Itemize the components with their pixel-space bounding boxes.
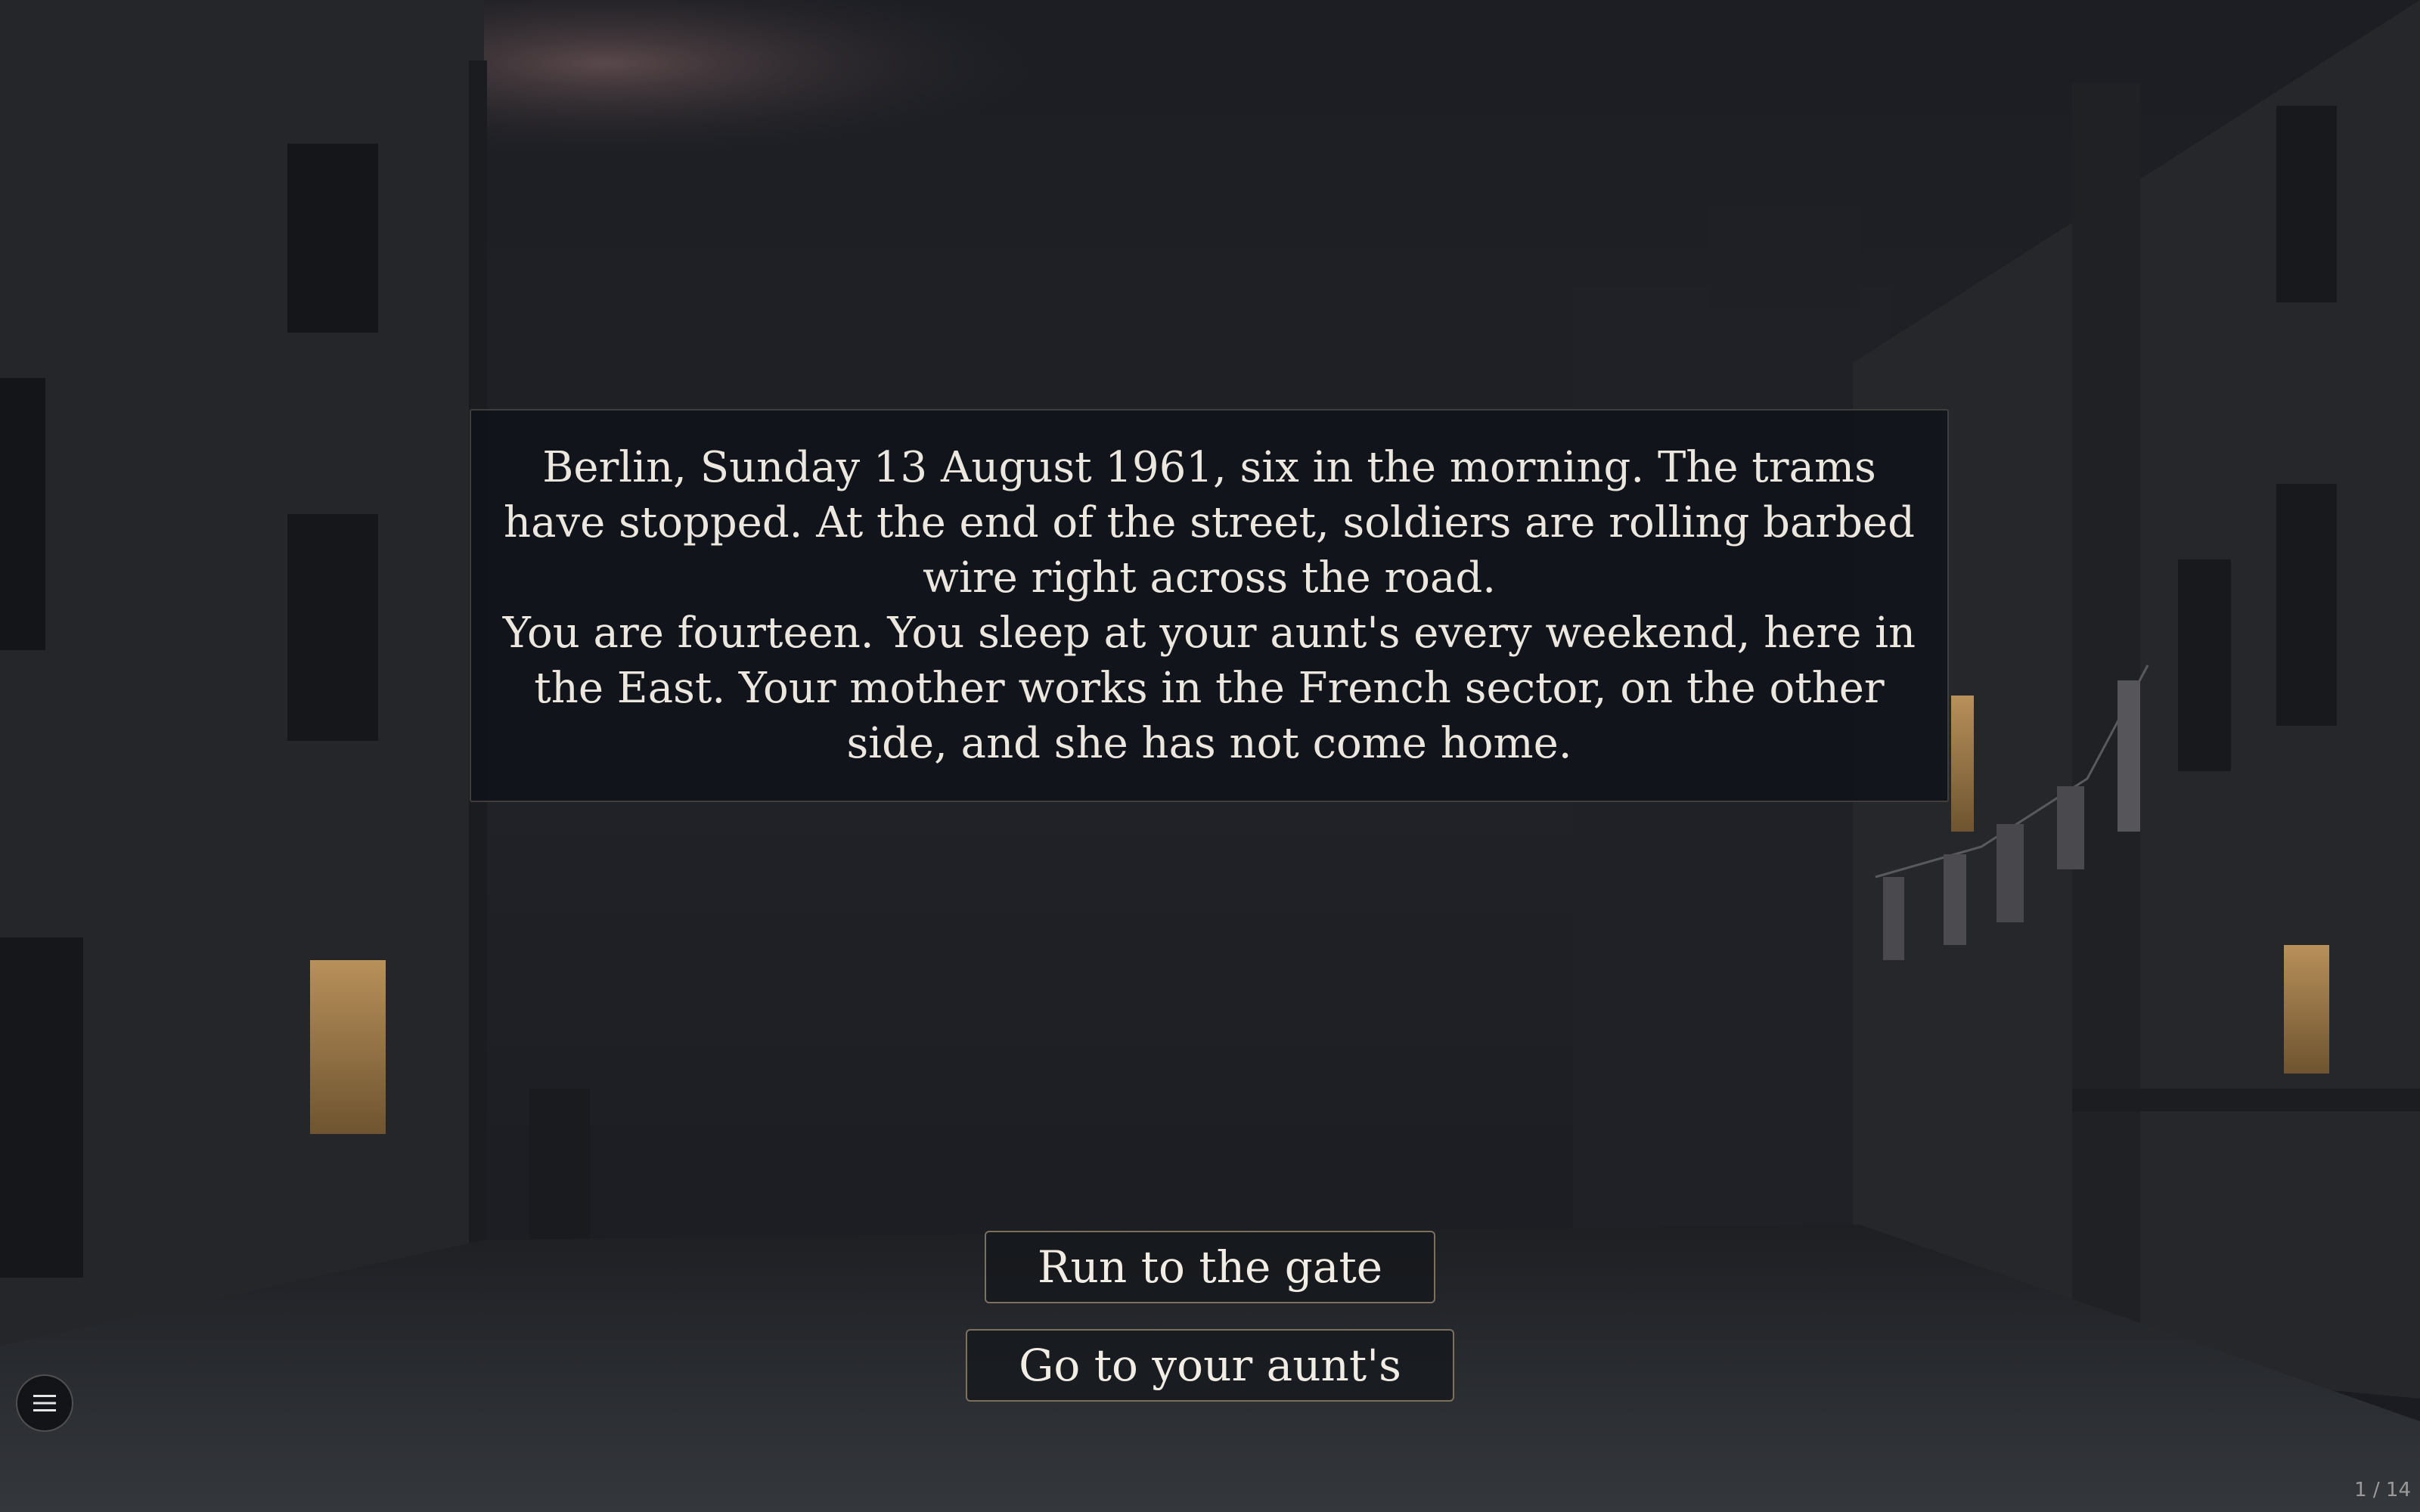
page-counter: 1 / 14 xyxy=(2354,1479,2411,1501)
game-scene: Berlin, Sunday 13 August 1961, six in th… xyxy=(0,0,2420,1512)
narration-paragraph-1: Berlin, Sunday 13 August 1961, six in th… xyxy=(504,443,1915,603)
choice-run-to-gate-button[interactable]: Run to the gate xyxy=(984,1231,1436,1303)
narration-panel: Berlin, Sunday 13 August 1961, six in th… xyxy=(470,409,1949,802)
choice-list: Run to the gate Go to your aunt's xyxy=(0,1231,2420,1402)
menu-button[interactable] xyxy=(16,1374,73,1432)
choice-go-to-aunts-button[interactable]: Go to your aunt's xyxy=(966,1329,1454,1402)
narration-paragraph-2: You are fourteen. You sleep at your aunt… xyxy=(502,609,1916,768)
hamburger-menu-icon xyxy=(33,1395,56,1411)
narration-text: Berlin, Sunday 13 August 1961, six in th… xyxy=(501,440,1917,771)
